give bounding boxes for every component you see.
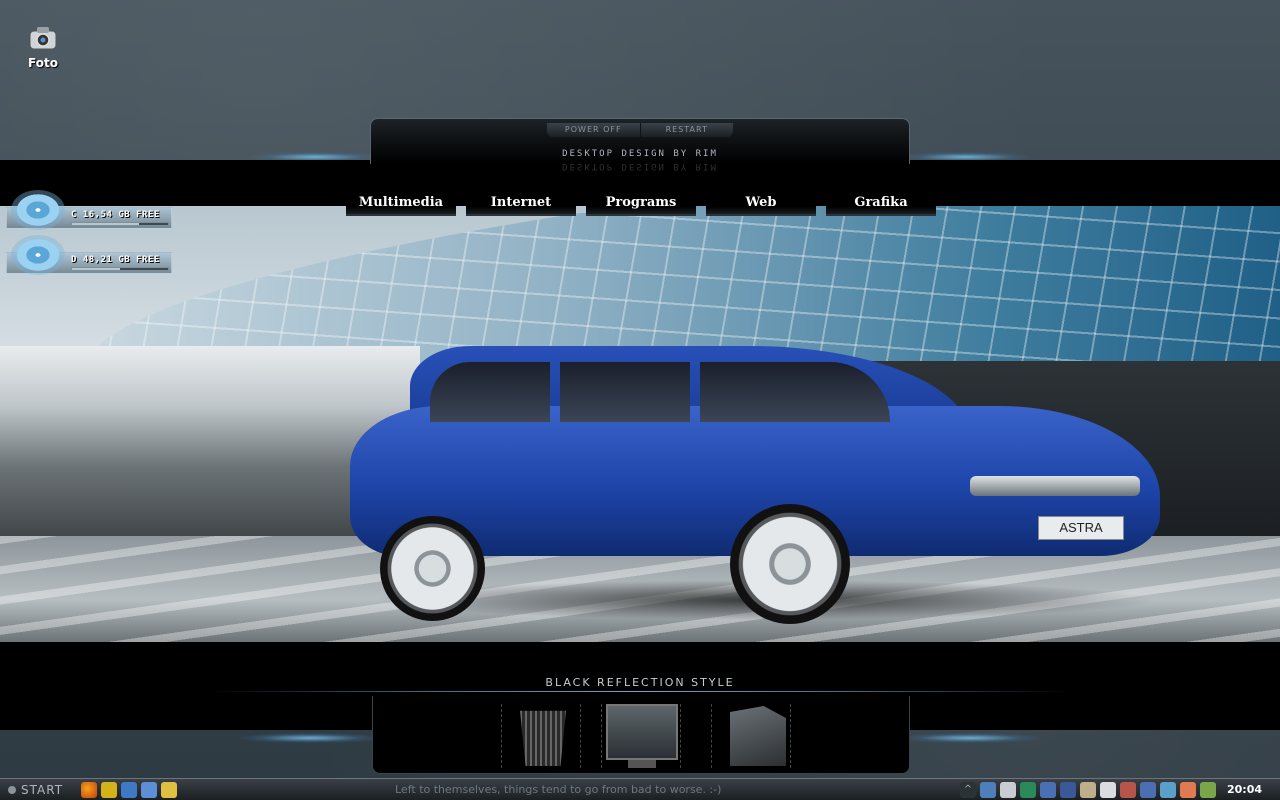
firefox-icon[interactable] <box>81 781 98 798</box>
menu-item-grafika[interactable]: Grafika <box>826 190 936 216</box>
drive-c-usage-bar <box>71 222 169 226</box>
disc-icon <box>11 190 65 230</box>
show-desktop-icon[interactable] <box>121 781 138 798</box>
start-button[interactable]: START <box>0 779 71 800</box>
volume-icon[interactable] <box>1000 782 1016 798</box>
drive-d-usage-bar <box>71 267 169 271</box>
dock-documents[interactable] <box>711 704 791 768</box>
antivirus-icon[interactable] <box>1040 782 1056 798</box>
chevron-up-icon[interactable]: ^ <box>960 782 976 798</box>
cs-icon[interactable] <box>1020 782 1036 798</box>
update-icon[interactable] <box>1200 782 1216 798</box>
network-icon[interactable] <box>980 782 996 798</box>
drive-widget-c[interactable]: C 16,54 GB FREE <box>6 190 172 230</box>
drive-c-label: C 16,54 GB FREE <box>71 210 160 220</box>
car-wheel-rear <box>380 516 485 621</box>
mail-icon[interactable] <box>1100 782 1116 798</box>
glow-strip-bottom-left <box>240 733 380 743</box>
car-window-middle <box>560 362 690 422</box>
monitor-icon <box>606 704 678 760</box>
dock-recycle-bin[interactable] <box>501 704 581 768</box>
monitor-stand <box>628 760 656 768</box>
documents-icon <box>730 706 786 766</box>
menu-item-multimedia[interactable]: Multimedia <box>346 190 456 216</box>
drive-d-label: D 48,21 GB FREE <box>71 255 160 265</box>
car-window-rear <box>430 362 550 422</box>
power-tabs: POWER OFF RESTART <box>547 123 733 137</box>
disc-icon <box>11 235 65 275</box>
pencil-icon[interactable] <box>161 781 178 798</box>
flash-icon[interactable] <box>1140 782 1156 798</box>
quick-launch <box>81 781 178 798</box>
design-credit: DESKTOP DESIGN BY RIM <box>562 149 718 159</box>
taskbar: START Left to themselves, things tend to… <box>0 778 1280 800</box>
recycle-bin-icon <box>520 710 566 766</box>
menu-item-internet[interactable]: Internet <box>466 190 576 216</box>
speaker-icon[interactable] <box>1120 782 1136 798</box>
wallpaper-photo: ASTRA <box>0 206 1280 642</box>
camera-icon <box>28 24 58 52</box>
drive-d-usage-fill <box>72 268 120 270</box>
design-credit-reflection: DESKTOP DESIGN BY RIM <box>562 161 718 171</box>
drive-widget-d[interactable]: D 48,21 GB FREE <box>6 235 172 275</box>
start-orb-icon <box>8 785 16 794</box>
facebook-icon[interactable] <box>1060 782 1076 798</box>
hand-icon[interactable] <box>1080 782 1096 798</box>
drive-c-usage-fill <box>72 223 140 225</box>
dock <box>372 696 910 774</box>
settings-icon[interactable] <box>1180 782 1196 798</box>
style-divider <box>210 691 1070 692</box>
system-tray: ^ <box>960 782 1216 798</box>
marquee-text: Left to themselves, things tend to go fr… <box>395 783 722 796</box>
power-panel: POWER OFF RESTART DESKTOP DESIGN BY RIM … <box>370 118 910 171</box>
desktop-icon-foto[interactable]: Foto <box>18 24 68 70</box>
menu-item-programs[interactable]: Programs <box>586 190 696 216</box>
power-off-button[interactable]: POWER OFF <box>547 123 640 137</box>
dock-my-computer[interactable] <box>601 704 681 768</box>
app-icon[interactable] <box>101 781 118 798</box>
desktop-icon-label: Foto <box>28 56 58 70</box>
style-title: BLACK REFLECTION STYLE <box>545 676 735 689</box>
car-wheel-front <box>730 504 850 624</box>
glow-strip-bottom-right <box>900 733 1040 743</box>
menu-item-web[interactable]: Web <box>706 190 816 216</box>
window-icon[interactable] <box>141 781 158 798</box>
restart-button[interactable]: RESTART <box>639 123 734 137</box>
car-window-front <box>700 362 890 422</box>
license-plate: ASTRA <box>1038 516 1124 540</box>
car-grille <box>970 476 1140 496</box>
globe-icon[interactable] <box>1160 782 1176 798</box>
category-menu: Multimedia Internet Programs Web Grafika <box>346 190 936 216</box>
start-label: START <box>21 782 64 797</box>
car-opel-astra: ASTRA <box>350 336 1170 626</box>
clock: 20:04 <box>1226 783 1262 796</box>
